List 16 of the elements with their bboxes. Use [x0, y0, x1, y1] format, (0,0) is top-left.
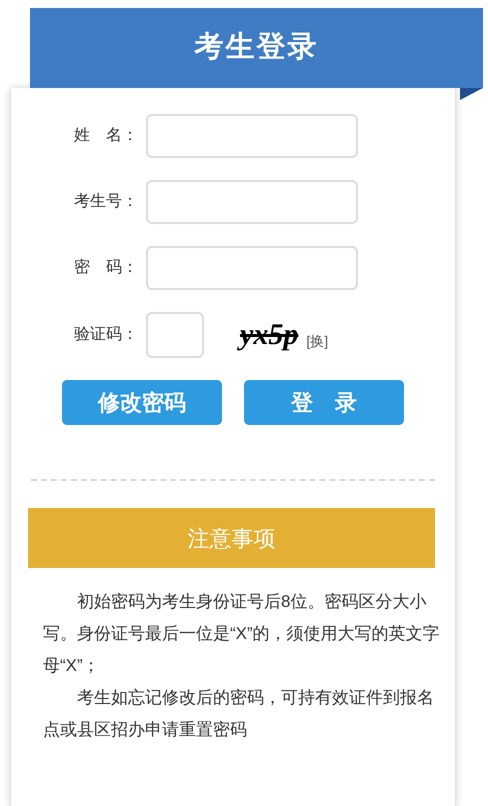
- refresh-link[interactable]: [换]: [306, 330, 328, 352]
- ribbon-fold-icon: [460, 88, 483, 100]
- login-button[interactable]: 登 录: [244, 380, 404, 425]
- input-field[interactable]: [146, 180, 358, 224]
- notice-paragraph: 考生如忘记修改后的密码，可持有效证件到报名点或县区招办申请重置密码: [43, 687, 435, 741]
- field-label: 考生号：: [73, 192, 139, 212]
- captcha-input[interactable]: [146, 312, 204, 358]
- notice-title: 注意事项: [188, 524, 276, 552]
- field-label: 姓 名：: [73, 126, 139, 146]
- change-password-button[interactable]: 修改密码: [62, 380, 222, 425]
- field-label: 密 码：: [73, 258, 139, 278]
- input-field[interactable]: [146, 114, 358, 158]
- notice-paragraph: 初始密码为考生身份证号后8位。密码区分大小写。身份证号最后一位是“X”的，须使用大写的英文字母“X”；: [43, 591, 441, 677]
- field-label: 验证码：: [73, 325, 139, 345]
- login-title: 考生登录: [194, 30, 318, 66]
- input-field[interactable]: [146, 246, 358, 290]
